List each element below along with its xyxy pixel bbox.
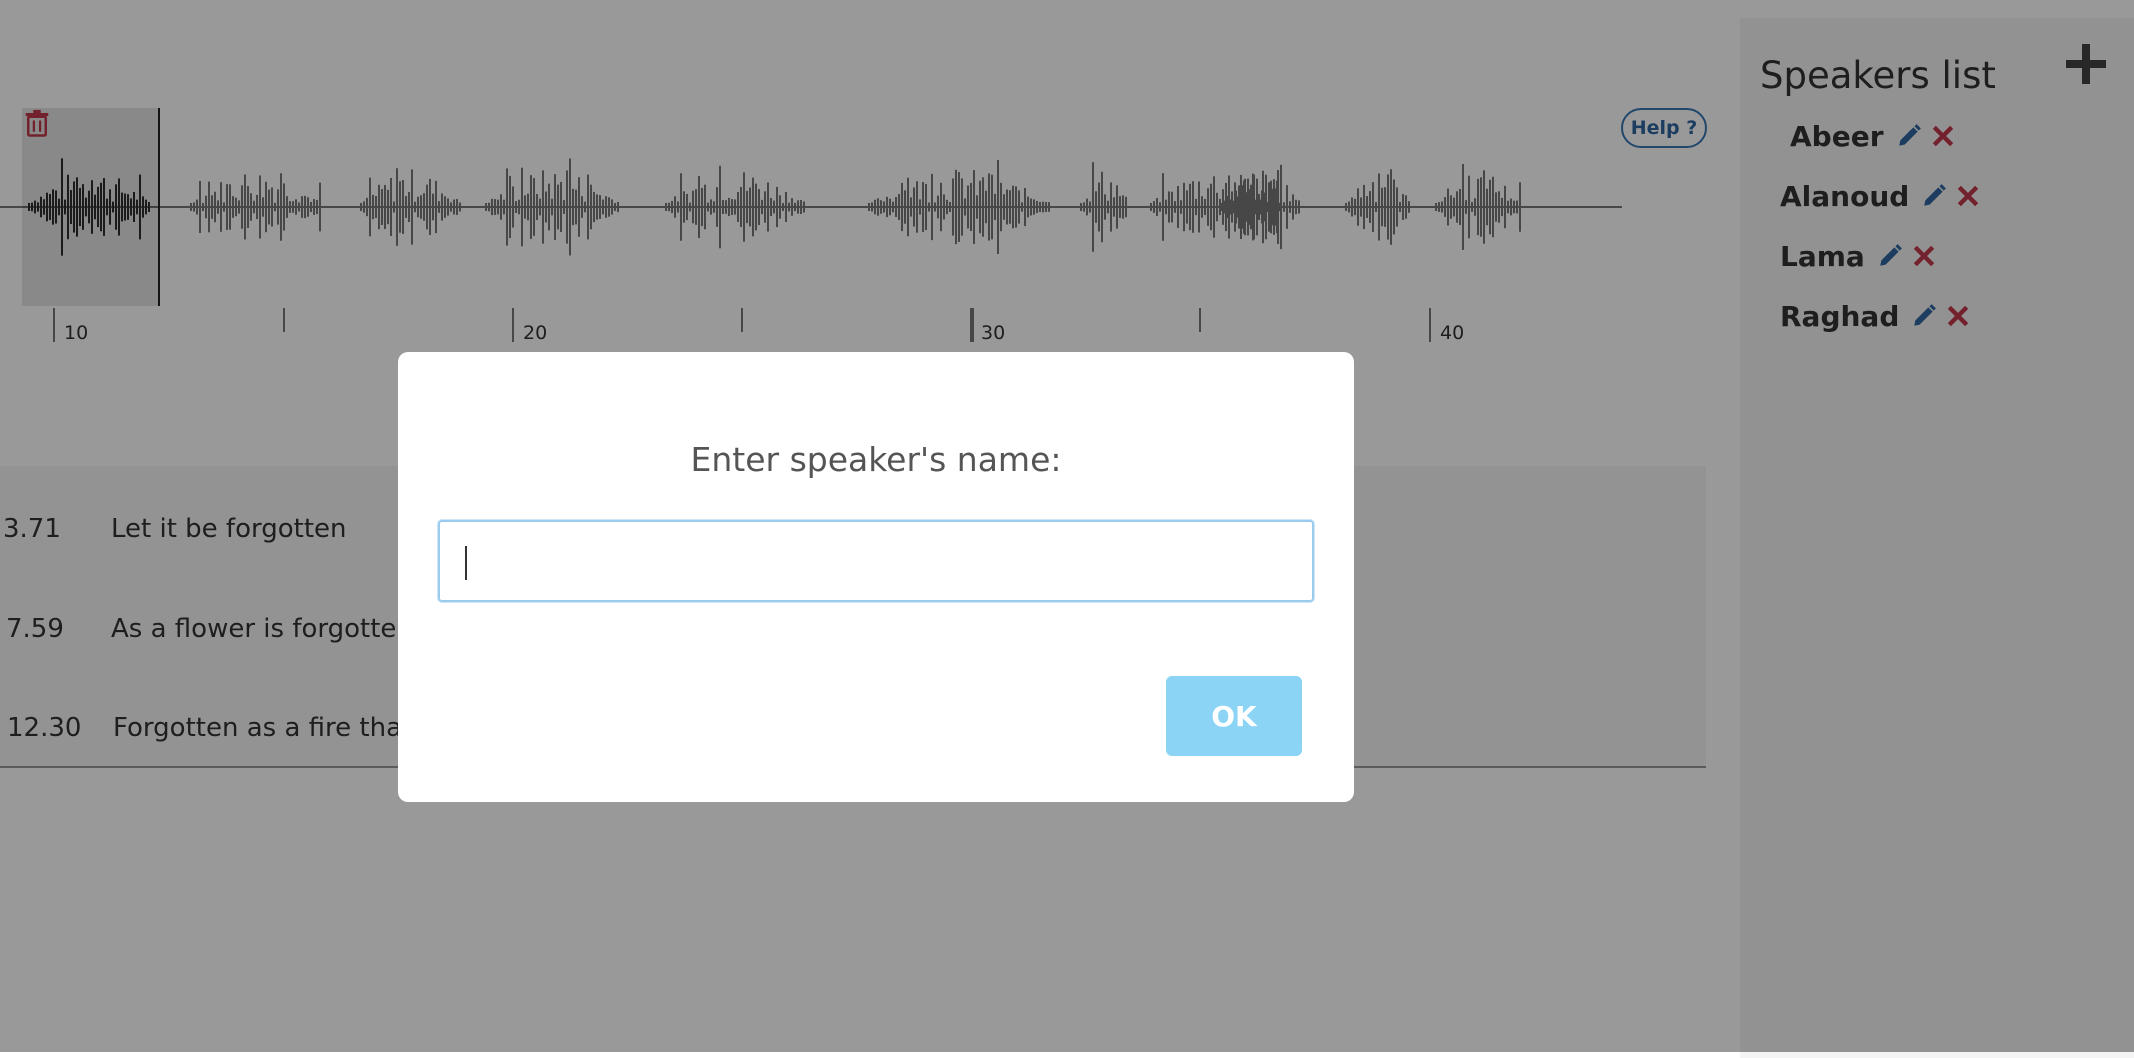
dialog-title: Enter speaker's name: <box>690 440 1062 479</box>
speaker-name-dialog: Enter speaker's name: OK <box>398 352 1354 802</box>
ok-button[interactable]: OK <box>1166 676 1302 756</box>
speaker-name-input[interactable] <box>438 520 1314 602</box>
app-root: 10 20 30 40 Help ? 3.71 Let it be forgot… <box>0 0 2134 1058</box>
modal-overlay: Enter speaker's name: OK <box>0 0 2134 1052</box>
text-caret <box>465 546 467 580</box>
